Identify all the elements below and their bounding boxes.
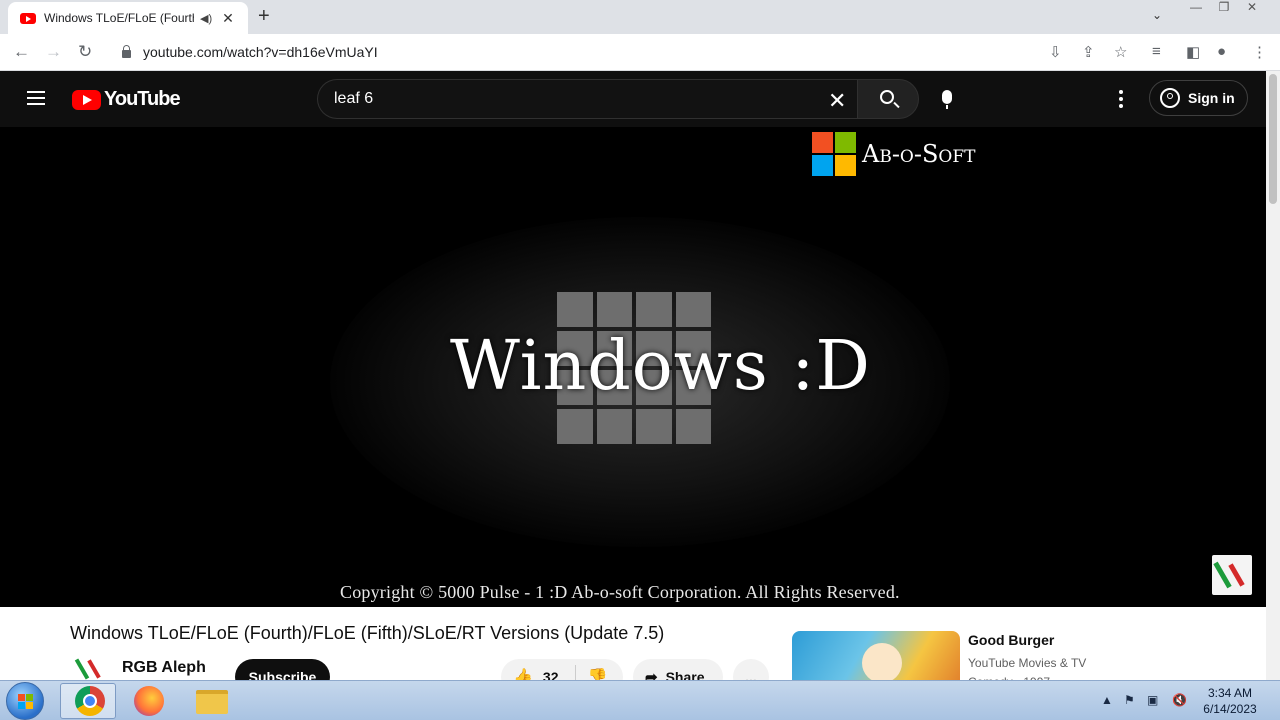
sign-in-button[interactable]: Sign in <box>1149 80 1248 116</box>
windows-taskbar: ▲ ⚑ ▣ 🔇 3:34 AM 6/14/2023 <box>0 680 1280 720</box>
recommended-channel[interactable]: YouTube Movies & TV <box>968 656 1086 670</box>
tab-title: Windows TLoE/FLoE (Fourth) <box>44 11 194 25</box>
youtube-logo[interactable]: YouTube <box>72 88 181 111</box>
chrome-icon <box>75 686 105 716</box>
taskbar-clock[interactable]: 3:34 AM 6/14/2023 <box>1196 685 1264 717</box>
account-circle-icon <box>1160 88 1180 108</box>
install-app-icon[interactable]: ⇩ <box>1049 43 1062 61</box>
youtube-logo-text: YouTube <box>104 88 181 110</box>
youtube-masthead: YouTube ✕ Sign in <box>0 71 1266 127</box>
window-controls: — ❐ ✕ <box>1182 0 1266 18</box>
youtube-play-logo-icon <box>72 89 101 110</box>
tab-search-chevron-icon[interactable]: ⌄ <box>1152 8 1162 22</box>
back-arrow-icon[interactable]: ← <box>13 42 30 62</box>
browser-menu-icon[interactable]: ⋮ <box>1252 43 1267 61</box>
folder-icon <box>196 690 228 714</box>
taskbar-chrome[interactable] <box>60 683 116 719</box>
video-copyright-text: Copyright © 5000 Pulse - 1 :D Ab-o-soft … <box>340 582 900 602</box>
audio-playing-icon[interactable]: ◀) <box>200 12 212 25</box>
youtube-favicon-icon <box>20 12 36 24</box>
new-tab-button[interactable]: + <box>258 5 270 28</box>
search-icon <box>880 90 894 104</box>
restore-button[interactable]: ❐ <box>1210 0 1238 18</box>
minimize-button[interactable]: — <box>1182 0 1210 18</box>
volume-muted-icon[interactable]: 🔇 <box>1172 693 1187 707</box>
close-window-button[interactable]: ✕ <box>1238 0 1266 18</box>
start-button-icon[interactable] <box>6 682 44 720</box>
video-title: Windows TLoE/FLoE (Fourth)/FLoE (Fifth)/… <box>70 623 665 643</box>
reading-list-icon[interactable]: ≡ <box>1152 43 1161 60</box>
browser-tab[interactable]: Windows TLoE/FLoE (Fourth) ◀) ✕ <box>8 2 248 34</box>
bookmark-star-icon[interactable]: ☆ <box>1114 43 1127 61</box>
settings-kebab-icon[interactable] <box>1119 90 1123 111</box>
forward-arrow-icon[interactable]: → <box>45 42 62 62</box>
video-player[interactable]: Windows :D Ab-o-Soft Copyright © 5000 Pu… <box>0 127 1266 607</box>
recommended-title[interactable]: Good Burger <box>968 632 1054 648</box>
search-input[interactable] <box>318 80 798 118</box>
channel-avatar[interactable] <box>76 656 104 680</box>
sign-in-label: Sign in <box>1188 90 1235 106</box>
lock-icon[interactable] <box>122 44 131 58</box>
page-scrollbar[interactable] <box>1266 71 1280 680</box>
clock-date: 6/14/2023 <box>1203 702 1257 716</box>
tab-close-icon[interactable]: ✕ <box>222 10 234 27</box>
url-text[interactable]: youtube.com/watch?v=dh16eVmUaYI <box>143 44 378 60</box>
side-panel-icon[interactable]: ◧ <box>1186 43 1200 61</box>
video-brand-text: Ab-o-Soft <box>862 140 976 168</box>
search-box[interactable]: ✕ <box>317 79 857 119</box>
ab-o-soft-logo-icon <box>812 132 856 176</box>
firefox-icon <box>134 686 164 716</box>
browser-toolbar: ← → ↻ youtube.com/watch?v=dh16eVmUaYI ⇩ … <box>0 34 1280 71</box>
video-main-text: Windows :D <box>450 327 871 406</box>
network-icon[interactable]: ▣ <box>1147 693 1158 707</box>
channel-name[interactable]: RGB Aleph <box>122 659 206 677</box>
scrollbar-thumb[interactable] <box>1269 74 1277 204</box>
clear-search-icon[interactable]: ✕ <box>828 88 846 114</box>
share-page-icon[interactable]: ⇪ <box>1082 43 1095 61</box>
taskbar-file-explorer[interactable] <box>184 683 240 719</box>
reload-icon[interactable]: ↻ <box>78 42 92 62</box>
show-hidden-icons-icon[interactable]: ▲ <box>1101 693 1113 707</box>
guide-menu-icon[interactable] <box>27 91 45 105</box>
taskbar-firefox[interactable] <box>122 683 178 719</box>
browser-tab-strip: Windows TLoE/FLoE (Fourth) ◀) ✕ + ⌄ — ❐ … <box>0 0 1280 34</box>
profile-icon[interactable]: ● <box>1217 43 1226 60</box>
address-bar[interactable]: youtube.com/watch?v=dh16eVmUaYI <box>110 38 1140 66</box>
voice-search-mic-icon[interactable] <box>942 90 952 109</box>
clock-time: 3:34 AM <box>1207 686 1253 700</box>
action-center-flag-icon[interactable]: ⚑ <box>1124 693 1135 707</box>
channel-watermark-icon[interactable] <box>1212 555 1252 595</box>
search-button[interactable] <box>857 79 919 119</box>
